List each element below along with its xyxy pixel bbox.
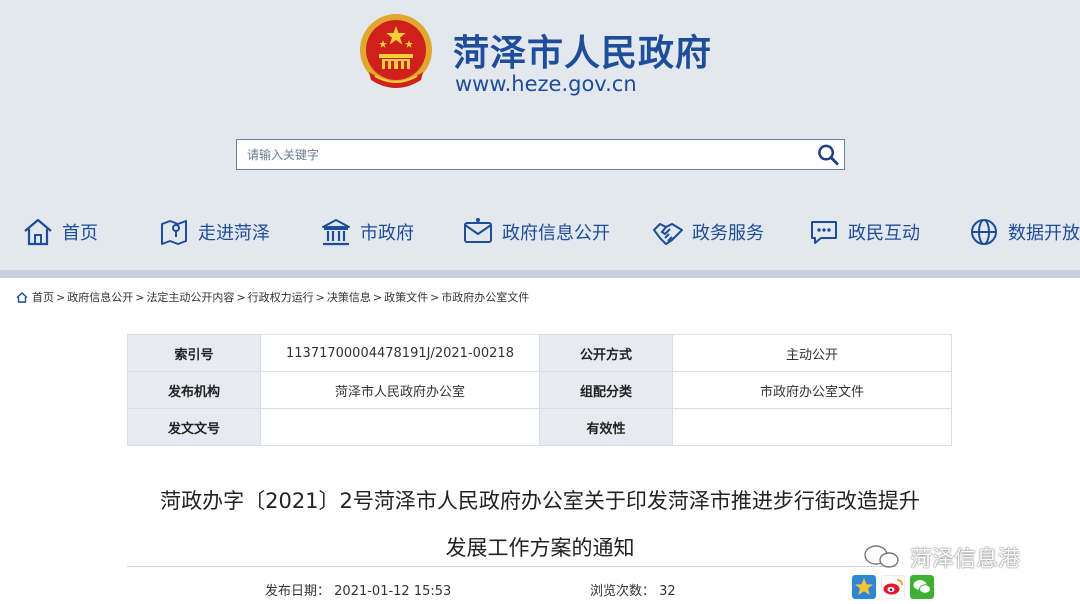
publish-date-value: 2021-01-12 15:53	[334, 584, 452, 599]
nav-label-home: 首页	[62, 223, 98, 244]
title-divider	[127, 566, 897, 567]
table-row: 发布机构 菏泽市人民政府办公室 组配分类 市政府办公室文件	[127, 371, 952, 409]
site-url[interactable]: www.heze.gov.cn	[455, 72, 637, 96]
nav-label-gov-services: 政务服务	[692, 223, 764, 244]
article-title-line-2: 发展工作方案的通知	[445, 536, 635, 560]
view-count-label: 浏览次数：	[590, 584, 656, 599]
nav-item-home[interactable]: 首页	[22, 210, 98, 254]
disclosure-value: 主动公开	[672, 334, 952, 372]
qzone-star-icon[interactable]	[852, 575, 876, 599]
page: 菏泽市人民政府 www.heze.gov.cn 首页 走进菏泽 市政府	[0, 0, 1080, 604]
breadcrumb-item-home[interactable]: 首页	[32, 289, 54, 305]
national-emblem-logo	[360, 14, 432, 88]
breadcrumb: 首页 > 政府信息公开 > 法定主动公开内容 > 行政权力运行 > 决策信息 >…	[16, 289, 529, 305]
docno-value	[260, 408, 540, 446]
breadcrumb-separator: >	[236, 290, 246, 304]
issuer-value: 菏泽市人民政府办公室	[260, 371, 540, 409]
view-count: 浏览次数： 32	[590, 580, 676, 599]
validity-label: 有效性	[539, 408, 673, 446]
breadcrumb-item-policy-docs[interactable]: 政策文件	[384, 289, 428, 305]
publish-date-label: 发布日期：	[265, 584, 331, 599]
weibo-icon[interactable]	[881, 575, 905, 599]
breadcrumb-separator: >	[430, 290, 440, 304]
main-nav: 首页 走进菏泽 市政府 政府信息公开 政务服务 政民互动 数据开放	[0, 210, 1080, 254]
nav-item-public-interaction[interactable]: 政民互动	[808, 210, 920, 254]
breadcrumb-separator: >	[135, 290, 145, 304]
search-icon[interactable]	[816, 143, 840, 166]
article-title: 菏政办字〔2021〕2号菏泽市人民政府办公室关于印发菏泽市推进步行街改造提升 发…	[110, 478, 970, 572]
breadcrumb-item-office-docs[interactable]: 市政府办公室文件	[441, 289, 529, 305]
table-row: 索引号 11371700004478191J/2021-00218 公开方式 主…	[127, 334, 952, 372]
chat-bubble-icon	[811, 221, 837, 244]
breadcrumb-separator: >	[56, 290, 66, 304]
nav-item-about-heze[interactable]: 走进菏泽	[158, 210, 270, 254]
category-label: 组配分类	[539, 371, 673, 409]
search-bar	[236, 139, 845, 170]
site-name: 菏泽市人民政府	[453, 33, 713, 74]
nav-label-public-interaction: 政民互动	[848, 223, 920, 244]
category-value: 市政府办公室文件	[672, 371, 952, 409]
index-label: 索引号	[127, 334, 261, 372]
watermark: 菏泽信息港	[862, 541, 1020, 573]
breadcrumb-separator: >	[315, 290, 325, 304]
publish-date: 发布日期： 2021-01-12 15:53	[265, 580, 451, 599]
header-divider	[0, 270, 1080, 278]
search-input[interactable]	[237, 140, 807, 169]
globe-icon	[971, 219, 997, 245]
breadcrumb-item-statutory-content[interactable]: 法定主动公开内容	[146, 289, 234, 305]
view-count-value: 32	[659, 584, 676, 599]
docno-label: 发文文号	[127, 408, 261, 446]
breadcrumb-separator: >	[372, 290, 383, 304]
nav-item-gov-info-disclosure[interactable]: 政府信息公开	[462, 210, 610, 254]
wechat-logo-icon	[864, 545, 899, 568]
issuer-label: 发布机构	[127, 371, 261, 409]
handshake-icon	[653, 223, 683, 245]
validity-value	[672, 408, 952, 446]
breadcrumb-item-admin-power[interactable]: 行政权力运行	[248, 289, 314, 305]
nav-label-open-data: 数据开放	[1008, 223, 1080, 244]
site-header: 菏泽市人民政府 www.heze.gov.cn 首页 走进菏泽 市政府	[0, 0, 1080, 270]
home-icon	[16, 291, 28, 303]
info-mail-icon	[464, 218, 492, 243]
home-icon	[24, 218, 52, 246]
breadcrumb-item-decision-info[interactable]: 决策信息	[327, 289, 371, 305]
disclosure-label: 公开方式	[539, 334, 673, 372]
table-row: 发文文号 有效性	[127, 408, 952, 446]
nav-item-city-government[interactable]: 市政府	[320, 210, 414, 254]
government-building-icon	[322, 219, 350, 246]
share-bar	[852, 575, 934, 599]
map-icon	[161, 220, 187, 245]
document-meta-table: 索引号 11371700004478191J/2021-00218 公开方式 主…	[127, 334, 952, 446]
nav-item-open-data[interactable]: 数据开放	[968, 210, 1080, 254]
index-value: 11371700004478191J/2021-00218	[260, 334, 540, 372]
nav-label-about-heze: 走进菏泽	[198, 223, 270, 244]
article-title-line-1: 菏政办字〔2021〕2号菏泽市人民政府办公室关于印发菏泽市推进步行街改造提升	[160, 489, 920, 513]
nav-item-gov-services[interactable]: 政务服务	[652, 210, 764, 254]
wechat-icon[interactable]	[910, 575, 934, 599]
nav-label-gov-info-disclosure: 政府信息公开	[502, 223, 610, 244]
watermark-text: 菏泽信息港	[910, 547, 1021, 572]
breadcrumb-item-gov-info[interactable]: 政府信息公开	[67, 289, 133, 305]
nav-label-city-government: 市政府	[360, 223, 414, 244]
